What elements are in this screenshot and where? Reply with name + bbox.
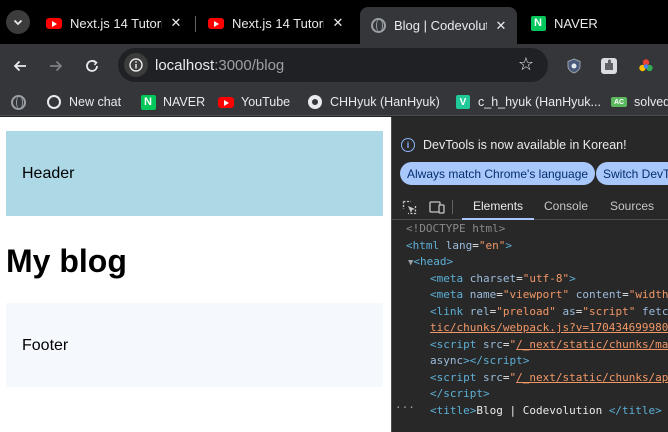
youtube-icon [46, 17, 62, 29]
tab-separator [195, 16, 196, 32]
dom-line-meta-viewport[interactable]: <meta name="viewport" content="width [430, 287, 668, 304]
globe-icon [10, 94, 26, 110]
inspect-element-icon[interactable] [400, 198, 418, 216]
notice-text: DevTools is now available in Korean! [423, 138, 627, 152]
reload-icon [86, 59, 98, 72]
site-info-button[interactable] [124, 53, 148, 77]
bookmark-star-icon[interactable]: ☆ [518, 54, 534, 75]
bookmark-solved[interactable]: AC solved [611, 93, 668, 111]
chevron-down-icon [13, 19, 23, 26]
url-host: localhost [155, 57, 215, 74]
dom-line-link-preload[interactable]: <link rel="preload" as="script" fetc [430, 304, 668, 321]
elements-dom-tree[interactable]: <!DOCTYPE html> <html lang="en"> ▼<head>… [392, 221, 668, 432]
info-icon [129, 58, 143, 72]
devtools-tabbar: Elements Console Sources [392, 194, 668, 220]
active-tab-indicator [462, 218, 534, 220]
extension-colorwheel-icon[interactable] [636, 56, 656, 76]
dom-line-script-async[interactable]: async></script> [430, 353, 529, 370]
arrow-right-icon [50, 60, 63, 72]
youtube-icon [218, 96, 234, 108]
arrow-left-icon [13, 60, 26, 72]
page-footer: Footer [6, 303, 383, 387]
dom-line-script-close[interactable]: </script> [430, 386, 490, 403]
tab-close-icon[interactable]: ✕ [493, 18, 509, 34]
tab-nextjs-tutorial-2[interactable]: Next.js 14 Tutorial ✕ [198, 8, 354, 38]
devtools-language-notice: i DevTools is now available in Korean! A… [392, 117, 668, 189]
switch-devtools-language-button[interactable]: Switch DevTo [596, 162, 668, 185]
header-text: Header [22, 165, 75, 182]
extension-puzzle-icon[interactable] [599, 56, 619, 76]
dom-line-html[interactable]: <html lang="en"> [406, 238, 512, 255]
tab-naver[interactable]: N NAVER [520, 8, 668, 38]
bookmark-naver[interactable]: N NAVER [140, 93, 205, 111]
bookmark-github[interactable]: CHHyuk (HanHyuk) [307, 93, 440, 111]
tab-search-button[interactable] [6, 10, 30, 34]
tab-close-icon[interactable]: ✕ [168, 15, 184, 31]
dom-line-title[interactable]: <title>Blog | Codevolution </title> [430, 403, 662, 420]
page-header: Header [6, 131, 383, 216]
bookmark-youtube[interactable]: YouTube [218, 93, 290, 111]
dom-line-doctype[interactable]: <!DOCTYPE html> [406, 221, 505, 238]
bookmark-label: YouTube [241, 95, 291, 109]
toolbar-divider [452, 200, 453, 214]
bookmarks-bar: New chat N NAVER YouTube CHHyuk (HanHyuk… [0, 88, 668, 116]
more-options-icon[interactable]: ··· [395, 400, 415, 417]
velog-icon: V [456, 95, 470, 109]
address-bar[interactable]: localhost:3000/blog ☆ [118, 48, 548, 82]
youtube-icon [208, 17, 224, 29]
bookmark-label: c_h_hyuk (HanHyuk... [478, 95, 601, 109]
dom-line-script-main[interactable]: <script src="/_next/static/chunks/ma [430, 337, 668, 354]
reload-button[interactable] [78, 52, 106, 80]
dom-line-link-href[interactable]: tic/chunks/webpack.js?v=170434699980 [430, 320, 668, 337]
chatgpt-icon [47, 95, 61, 109]
back-button[interactable] [6, 52, 34, 80]
footer-text: Footer [22, 337, 69, 354]
dom-line-script-app[interactable]: <script src="/_next/static/chunks/ap [430, 370, 668, 387]
page-viewport: Header My blog Footer [0, 117, 391, 432]
browser-toolbar: localhost:3000/blog ☆ [0, 44, 668, 88]
tab-title: Next.js 14 Tutorial [232, 15, 324, 31]
dom-line-meta-charset[interactable]: <meta charset="utf-8"> [430, 271, 576, 288]
tab-close-icon[interactable]: ✕ [330, 15, 346, 31]
bookmark-velog[interactable]: V c_h_hyuk (HanHyuk... [455, 93, 601, 111]
bookmark-new-chat[interactable]: New chat [46, 93, 121, 111]
always-match-language-button[interactable]: Always match Chrome's language [400, 162, 596, 185]
url-path: :3000/blog [214, 57, 285, 74]
bookmark-label: NAVER [163, 95, 206, 109]
devtools-panel: i DevTools is now available in Korean! A… [391, 117, 668, 432]
extension-shield-icon[interactable] [564, 56, 584, 76]
tab-nextjs-tutorial-1[interactable]: Next.js 14 Tutorial ✕ [36, 8, 192, 38]
tab-elements[interactable]: Elements [473, 199, 523, 213]
naver-icon: N [140, 94, 156, 110]
tab-title: Blog | Codevolution [394, 18, 487, 33]
bookmark-label: CHHyuk (HanHyuk) [330, 95, 440, 109]
url-text[interactable]: localhost:3000/blog [155, 57, 284, 74]
bookmark-label: New chat [69, 95, 122, 109]
device-toolbar-icon[interactable] [428, 198, 446, 216]
page-title: My blog [6, 243, 127, 279]
globe-icon [370, 18, 386, 33]
tab-strip: Next.js 14 Tutorial ✕ Next.js 14 Tutoria… [0, 0, 668, 44]
tab-title: Next.js 14 Tutorial [70, 15, 162, 31]
tab-sources[interactable]: Sources [610, 199, 654, 213]
bookmark-globe[interactable] [10, 93, 33, 111]
tab-blog-codevolution[interactable]: Blog | Codevolution ✕ [360, 7, 517, 44]
naver-icon: N [530, 15, 546, 31]
dom-line-head[interactable]: ▼<head> [408, 254, 453, 272]
solvedac-icon: AC [611, 97, 627, 107]
bookmark-label: solved [634, 95, 668, 109]
info-icon: i [401, 138, 415, 152]
forward-button[interactable] [42, 52, 70, 80]
github-icon [308, 95, 322, 109]
tab-console[interactable]: Console [544, 199, 588, 213]
tab-title: NAVER [554, 15, 598, 31]
